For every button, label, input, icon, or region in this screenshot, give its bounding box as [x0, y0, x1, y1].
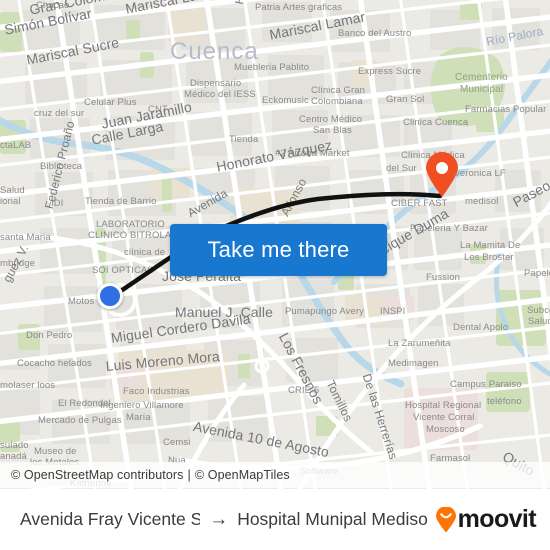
take-me-there-button[interactable]: Take me there — [170, 224, 387, 276]
attribution-separator: | — [187, 468, 191, 482]
map-attribution: © OpenStreetMap contributors | © OpenMap… — [0, 462, 550, 488]
trip-arrow-icon: → — [209, 508, 229, 530]
attribution-osm[interactable]: © OpenStreetMap contributors — [11, 468, 184, 482]
origin-marker[interactable] — [97, 283, 123, 309]
trip-origin-label: Avenida Fray Vicente S... — [20, 509, 201, 529]
moovit-trip-screen: Gran Colombia Simón Bolívar Mariscal Sucre… — [0, 0, 550, 550]
moovit-logo[interactable]: moovit — [435, 505, 537, 533]
attribution-tiles[interactable]: © OpenMapTiles — [195, 468, 290, 482]
trip-bottom-bar: Avenida Fray Vicente S... → Hospital Mun… — [0, 489, 550, 550]
map-canvas[interactable]: Gran Colombia Simón Bolívar Mariscal Sucre… — [0, 0, 550, 489]
trip-summary[interactable]: Avenida Fray Vicente S... → Hospital Mun… — [20, 509, 429, 531]
destination-pin-hole — [436, 162, 448, 174]
destination-pin-icon — [426, 152, 458, 197]
destination-marker[interactable] — [425, 152, 459, 198]
moovit-pin-icon — [435, 506, 456, 532]
trip-destination-label: Hospital Munipal Medisol... — [237, 509, 429, 529]
moovit-wordmark: moovit — [457, 505, 537, 533]
